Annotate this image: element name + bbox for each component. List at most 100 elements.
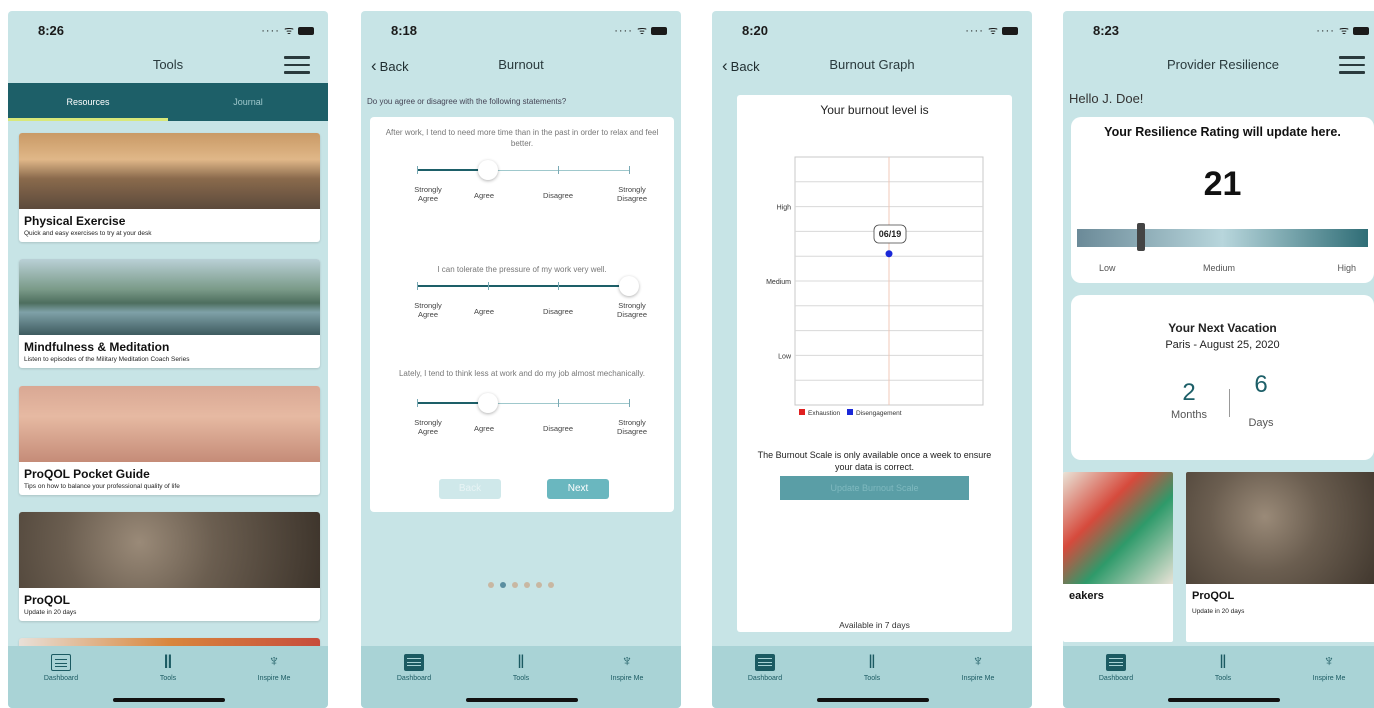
dashboard-icon xyxy=(404,653,424,671)
tab-label: Dashboard xyxy=(396,675,432,682)
tab-inspire-me[interactable]: ♆ Inspire Me xyxy=(224,652,324,682)
tab-inspire-me[interactable]: ♆ Inspire Me xyxy=(928,652,1028,682)
burnout-screen: 8:18 ···· ᯤ ‹ Back Burnout Do you agree o… xyxy=(361,11,681,708)
y-tick-label: High xyxy=(777,205,792,212)
rating-value: 21 xyxy=(1203,165,1242,203)
scale-low: Low xyxy=(1099,263,1116,273)
slider-tick xyxy=(417,282,418,290)
dashboard-icon xyxy=(755,653,775,671)
vacation-destination: Paris - August 25, 2020 xyxy=(1165,339,1280,351)
legend-label: Disengagement xyxy=(856,410,902,417)
graph-heading: Your burnout level is xyxy=(820,103,929,117)
days-value: 6 xyxy=(1254,371,1268,398)
status-time: 8:26 xyxy=(38,23,65,38)
slider-knob[interactable] xyxy=(477,393,498,413)
tab-tools[interactable]: ǁ Tools xyxy=(118,651,218,683)
label-strongly-disagree: Strongly Disagree xyxy=(616,418,647,436)
scale-medium: Medium xyxy=(1203,263,1236,273)
tab-label: Inspire Me xyxy=(961,675,995,682)
back-step-button[interactable]: Back xyxy=(439,479,501,499)
tab-tools[interactable]: ‖ Tools xyxy=(1173,651,1273,683)
signal-wifi-battery-icon: ···· ᯤ xyxy=(965,23,1018,38)
tile-proqol[interactable]: ProQOL Update in 20 days xyxy=(1186,472,1374,642)
tab-dashboard[interactable]: Dashboard xyxy=(364,652,464,682)
scale-labels: Strongly Agree Agree Disagree Strongly D… xyxy=(410,185,662,207)
y-tick-label: Low xyxy=(778,353,792,360)
signal-wifi-battery-icon: ···· ᯤ xyxy=(261,23,314,38)
page-title: Provider Resilience xyxy=(1167,57,1279,72)
tile-title: eakers xyxy=(1069,590,1104,602)
label-agree: Agree xyxy=(473,307,494,316)
update-burnout-button[interactable]: Update Burnout Scale xyxy=(780,476,969,500)
label-strongly-disagree: Strongly Disagree xyxy=(616,301,647,319)
slider-tick xyxy=(558,166,560,174)
slider-knob[interactable] xyxy=(477,160,498,180)
tile-subtitle: Update in 20 days xyxy=(1192,608,1245,615)
status-time: 8:20 xyxy=(742,23,769,38)
tab-label: Tools xyxy=(1214,675,1232,682)
agreement-slider[interactable] xyxy=(417,393,630,414)
tile-title: ProQOL xyxy=(1192,590,1235,602)
tab-label: Tools xyxy=(512,675,530,682)
legend-label: Exhaustion xyxy=(808,410,841,417)
agreement-slider[interactable] xyxy=(417,160,630,181)
legend-swatch xyxy=(799,409,805,415)
sprout-image xyxy=(19,512,320,588)
tab-tools[interactable]: ‖ Tools xyxy=(471,652,571,683)
tools-icon: ǁ xyxy=(163,651,173,672)
nav-bar: Tools xyxy=(8,49,328,83)
page-dot xyxy=(512,582,518,588)
statement-1: After work, I tend to need more time tha… xyxy=(385,128,659,148)
inspire-icon: ♆ xyxy=(972,653,984,670)
menu-icon[interactable] xyxy=(1339,56,1365,74)
graph-panel: Your burnout level is Low Medium High 06/19… xyxy=(737,95,1012,632)
tab-dashboard[interactable]: Dashboard xyxy=(715,652,815,682)
resource-card-proqol-guide[interactable]: ProQOL Pocket Guide Tips on how to balan… xyxy=(19,386,320,495)
status-bar: 8:20 ···· ᯤ xyxy=(712,11,1032,49)
tab-dashboard[interactable]: Dashboard xyxy=(11,652,111,682)
tab-label: Dashboard xyxy=(1098,675,1134,682)
slider-knob[interactable] xyxy=(619,276,639,296)
signal-wifi-battery-icon: ···· ᯤ xyxy=(1316,23,1369,38)
tab-journal[interactable]: Journal xyxy=(168,83,328,121)
page-title: Burnout Graph xyxy=(829,57,915,72)
compass-image xyxy=(19,386,320,462)
resilience-rating-card[interactable]: Your Resilience Rating will update here.… xyxy=(1071,117,1374,283)
tools-icon: ‖ xyxy=(1219,651,1227,672)
label-agree: Agree xyxy=(473,191,494,200)
rating-marker xyxy=(1137,223,1146,251)
label-strongly-disagree: Strongly Disagree xyxy=(616,185,647,203)
tile-partial[interactable]: eakers xyxy=(1063,472,1173,642)
tools-screen: 8:26 ···· ᯤ Tools Resources Journal Phys… xyxy=(8,11,328,708)
card-subtitle: Quick and easy exercises to try at your … xyxy=(24,230,152,237)
vacation-card[interactable]: Your Next Vacation Paris - August 25, 20… xyxy=(1071,295,1374,460)
tab-resources[interactable]: Resources xyxy=(8,83,168,121)
status-bar: 8:23 ···· ᯤ xyxy=(1063,11,1374,49)
slider-tick xyxy=(629,399,630,407)
survey-panel: After work, I tend to need more time tha… xyxy=(370,117,674,512)
card-title: ProQOL xyxy=(24,593,71,607)
tab-label: Inspire Me xyxy=(610,675,644,682)
divider xyxy=(1229,389,1230,417)
resource-card-proqol[interactable]: ProQOL Update in 20 days xyxy=(19,512,320,621)
page-title: Burnout xyxy=(498,57,544,72)
next-button[interactable]: Next xyxy=(547,479,609,499)
page-dot xyxy=(524,582,530,588)
slider-tick xyxy=(417,399,418,407)
days-label: Days xyxy=(1248,417,1274,429)
inspire-icon: ♆ xyxy=(1323,653,1335,670)
page-title: Tools xyxy=(152,57,184,72)
tab-inspire-me[interactable]: ♆ Inspire Me xyxy=(1279,652,1374,682)
tab-tools[interactable]: ‖ Tools xyxy=(822,652,922,683)
resource-card-mindfulness[interactable]: Mindfulness & Meditation Listen to episo… xyxy=(19,259,320,368)
resource-card-physical-exercise[interactable]: Physical Exercise Quick and easy exercis… xyxy=(19,133,320,242)
tab-dashboard[interactable]: Dashboard xyxy=(1066,652,1166,682)
status-bar: 8:26 ···· ᯤ xyxy=(8,11,328,49)
agreement-slider[interactable] xyxy=(417,276,639,297)
page-indicator xyxy=(361,575,681,593)
label-disagree: Disagree xyxy=(542,424,573,433)
tab-inspire-me[interactable]: ♆ Inspire Me xyxy=(577,652,677,682)
y-tick-label: Medium xyxy=(766,279,791,286)
menu-icon[interactable] xyxy=(284,56,310,74)
scale-labels: Strongly Agree Agree Disagree Strongly D… xyxy=(410,301,662,323)
